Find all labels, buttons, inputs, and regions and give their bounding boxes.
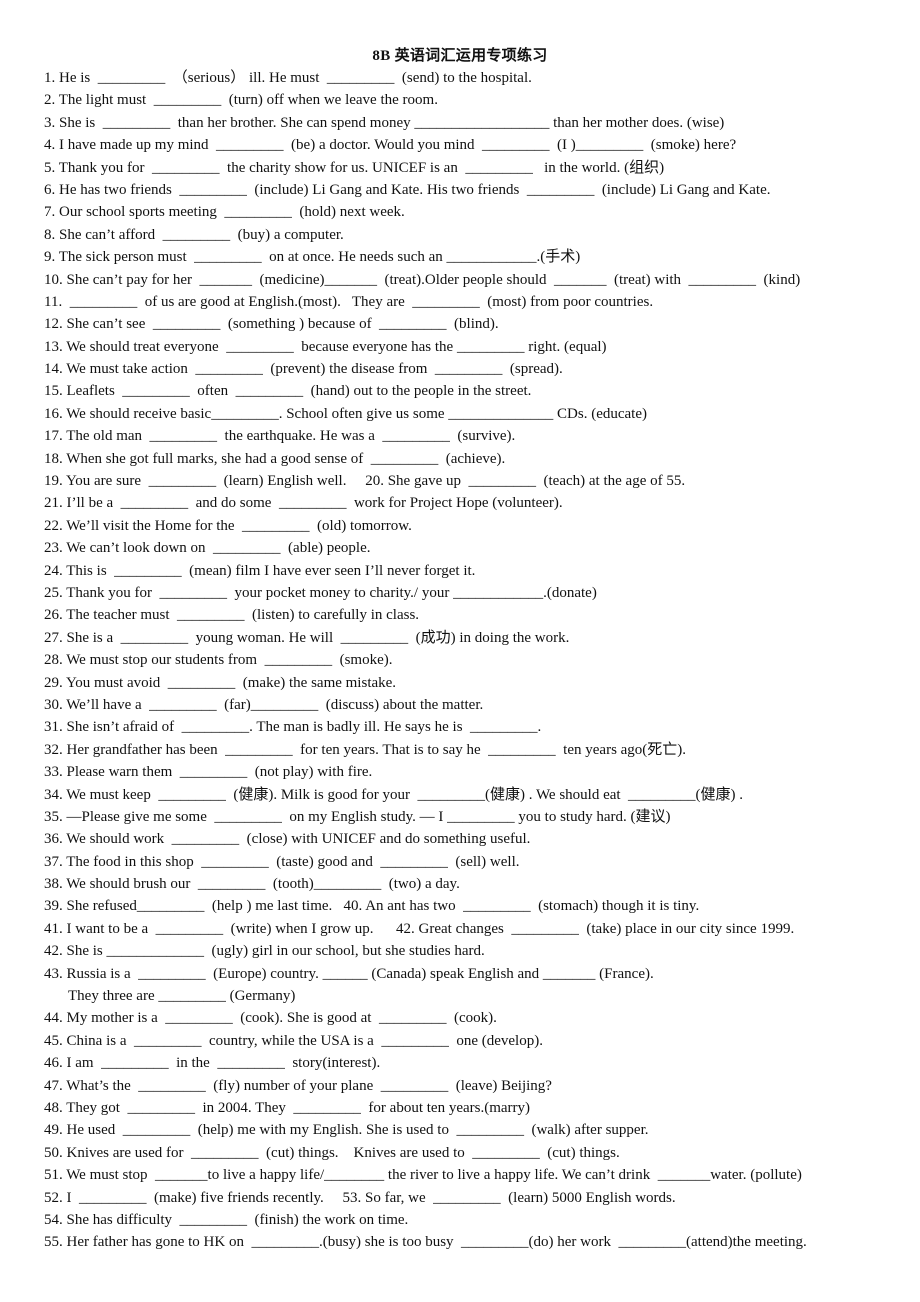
- exercise-line: 5. Thank you for _________ the charity s…: [44, 159, 665, 176]
- exercise-line: 34. We must keep _________ (健康). Milk is…: [44, 786, 744, 803]
- exercise-line: 26. The teacher must _________ (listen) …: [44, 607, 420, 624]
- exercise-line: 10. She can’t pay for her _______ (medic…: [44, 271, 801, 288]
- exercise-line: 41. I want to be a _________ (write) whe…: [44, 920, 795, 937]
- exercise-line: 28. We must stop our students from _____…: [44, 652, 393, 669]
- exercise-line: 24. This is _________ (mean) film I have…: [44, 562, 476, 579]
- exercise-line: 15. Leaflets _________ often _________ (…: [44, 383, 532, 400]
- exercise-line: 54. She has difficulty _________ (finish…: [44, 1211, 409, 1228]
- exercise-line: 29. You must avoid _________ (make) the …: [44, 674, 397, 691]
- exercise-line: 49. He used _________ (help) me with my …: [44, 1122, 649, 1139]
- exercise-line: 27. She is a _________ young woman. He w…: [44, 629, 570, 646]
- exercise-line: 12. She can’t see _________ (something )…: [44, 316, 499, 333]
- exercise-line: 3. She is _________ than her brother. Sh…: [44, 114, 725, 131]
- exercise-line: 38. We should brush our _________ (tooth…: [44, 876, 460, 893]
- exercise-line: 46. I am _________ in the _________ stor…: [44, 1055, 381, 1072]
- exercise-line: 31. She isn’t afraid of _________. The m…: [44, 719, 542, 736]
- exercise-line: 42. She is _____________ (ugly) girl in …: [44, 943, 485, 960]
- exercise-line: 18. When she got full marks, she had a g…: [44, 450, 506, 467]
- exercise-line: 50. Knives are used for _________ (cut) …: [44, 1144, 620, 1161]
- exercise-line: 1. He is _________ （serious） ill. He mus…: [44, 70, 532, 86]
- exercise-line: 45. China is a _________ country, while …: [44, 1032, 543, 1049]
- exercise-line: They three are _________ (Germany): [68, 988, 296, 1005]
- exercise-line: 33. Please warn them _________ (not play…: [44, 764, 373, 781]
- exercise-line: 23. We can’t look down on _________ (abl…: [44, 540, 371, 557]
- exercise-line: 30. We’ll have a _________ (far)________…: [44, 696, 484, 713]
- exercise-line: 47. What’s the _________ (fly) number of…: [44, 1077, 552, 1094]
- exercise-line: 32. Her grandfather has been _________ f…: [44, 741, 687, 758]
- exercise-line: 43. Russia is a _________ (Europe) count…: [44, 965, 654, 982]
- exercise-line: 19. You are sure _________ (learn) Engli…: [44, 473, 686, 490]
- exercise-line: 17. The old man _________ the earthquake…: [44, 428, 516, 445]
- exercise-line: 44. My mother is a _________ (cook). She…: [44, 1010, 497, 1027]
- exercise-line: 9. The sick person must _________ on at …: [44, 249, 581, 266]
- page-title: 8B 英语词汇运用专项练习: [372, 48, 548, 64]
- exercise-line: 55. Her father has gone to HK on _______…: [44, 1234, 807, 1251]
- exercise-line: 14. We must take action _________ (preve…: [44, 361, 563, 378]
- exercise-line: 22. We’ll visit the Home for the _______…: [44, 517, 412, 534]
- exercise-line: 21. I’ll be a _________ and do some ____…: [44, 495, 563, 512]
- exercise-line: 39. She refused_________ (help ) me last…: [44, 898, 700, 915]
- exercise-line: 8. She can’t afford _________ (buy) a co…: [44, 226, 344, 243]
- exercise-list: 1. He is _________ （serious） ill. He mus…: [44, 67, 910, 1254]
- exercise-line: 48. They got _________ in 2004. They ___…: [44, 1099, 531, 1116]
- exercise-line: 6. He has two friends _________ (include…: [44, 181, 771, 198]
- exercise-line: 7. Our school sports meeting _________ (…: [44, 204, 405, 221]
- exercise-line: 2. The light must _________ (turn) off w…: [44, 92, 438, 109]
- exercise-line: 25. Thank you for _________ your pocket …: [44, 584, 597, 601]
- exercise-line: 16. We should receive basic_________. Sc…: [44, 405, 647, 422]
- exercise-line: 36. We should work _________ (close) wit…: [44, 831, 531, 848]
- exercise-line: 11. _________ of us are good at English.…: [44, 293, 654, 310]
- exercise-line: 51. We must stop _______to live a happy …: [44, 1167, 802, 1184]
- exercise-line: 35. —Please give me some _________ on my…: [44, 808, 671, 825]
- exercise-line: 52. I _________ (make) five friends rece…: [44, 1189, 676, 1206]
- exercise-line: 4. I have made up my mind _________ (be)…: [44, 137, 737, 154]
- exercise-line: 37. The food in this shop _________ (tas…: [44, 853, 520, 870]
- exercise-line: 13. We should treat everyone _________ b…: [44, 338, 607, 355]
